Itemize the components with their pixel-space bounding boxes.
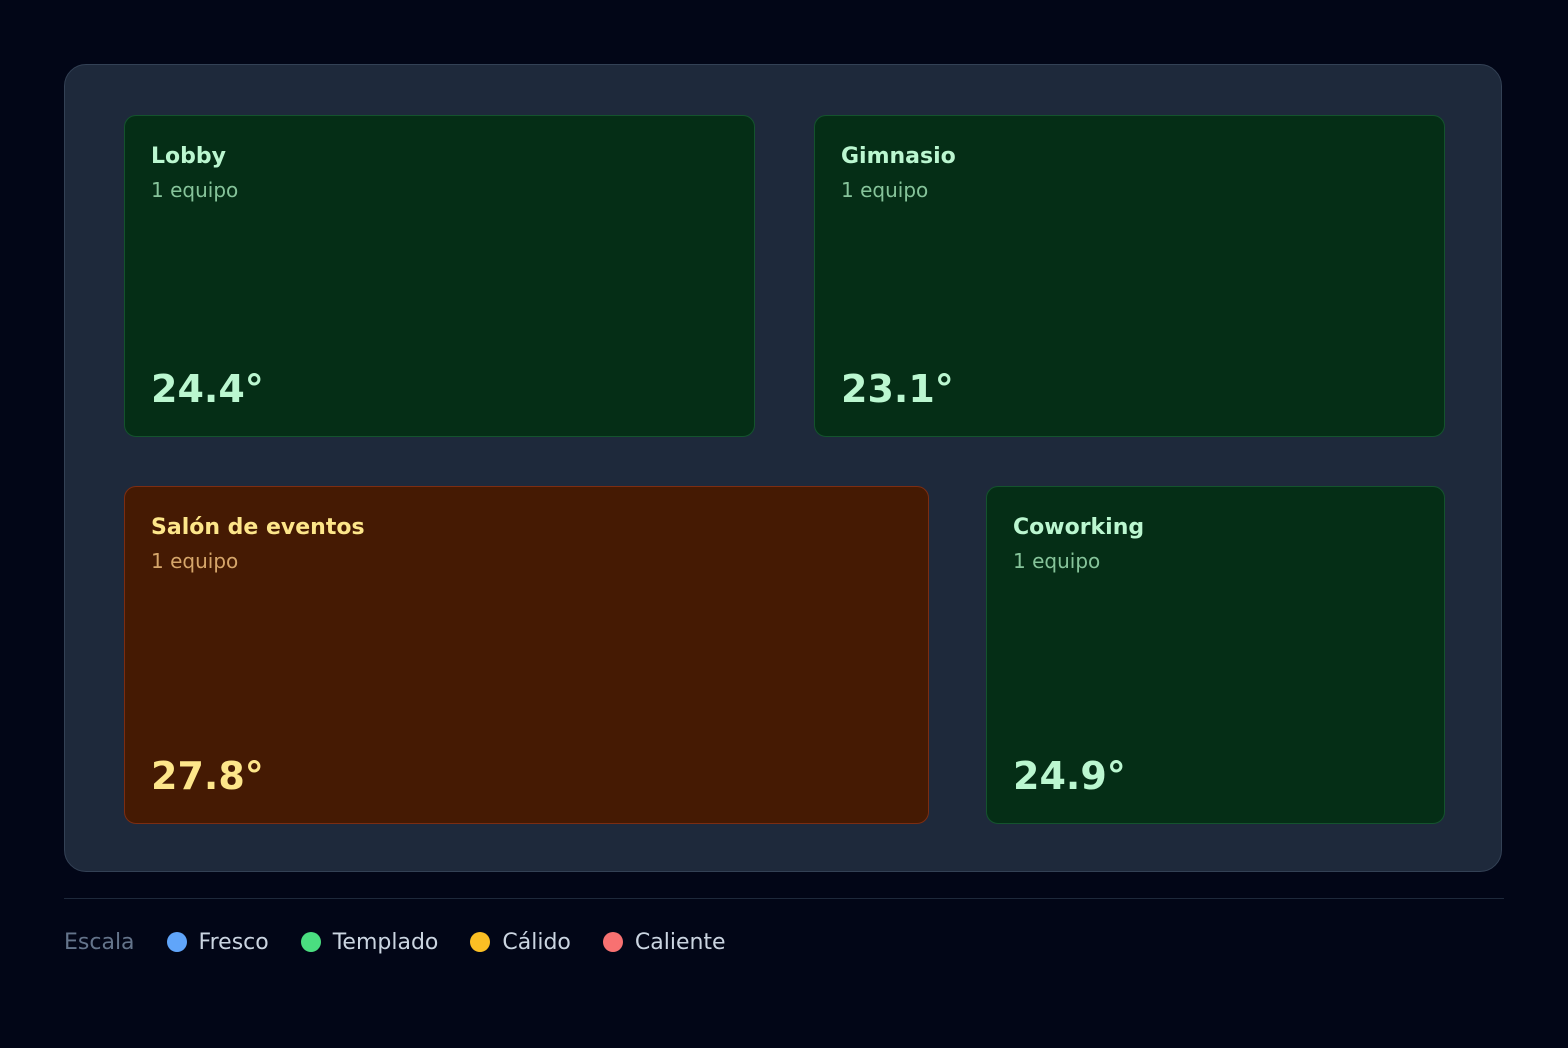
- legend-label: Cálido: [502, 929, 571, 955]
- legend-item-calido: Cálido: [470, 930, 571, 955]
- zone-tile-lobby[interactable]: Lobby 1 equipo 24.4°: [124, 115, 755, 437]
- zone-device-count: 1 equipo: [151, 178, 239, 202]
- zone-temperature: 24.9°: [1013, 754, 1126, 798]
- zone-temperature: 23.1°: [841, 367, 954, 411]
- legend-label: Templado: [332, 929, 439, 955]
- zone-name: Coworking: [1013, 515, 1145, 540]
- legend-dot-icon: [470, 932, 491, 952]
- zone-name: Salón de eventos: [151, 515, 365, 540]
- zone-map-panel: Lobby 1 equipo 24.4° Gimnasio 1 equipo 2…: [64, 64, 1502, 872]
- legend-item-templado: Templado: [300, 929, 439, 955]
- legend-item-caliente: Caliente: [602, 929, 726, 955]
- zone-device-count: 1 equipo: [151, 549, 239, 573]
- zone-tile-coworking[interactable]: Coworking 1 equipo 24.9°: [986, 486, 1445, 824]
- temperature-legend: Escala Fresco Templado Cálido Caliente: [64, 926, 758, 958]
- legend-title: Escala: [64, 929, 135, 955]
- legend-label: Fresco: [198, 929, 269, 955]
- zone-name: Lobby: [151, 144, 226, 169]
- zone-tile-gimnasio[interactable]: Gimnasio 1 equipo 23.1°: [814, 115, 1445, 437]
- zone-temperature: 27.8°: [151, 754, 264, 798]
- zone-device-count: 1 equipo: [841, 178, 929, 202]
- zone-tile-salon-de-eventos[interactable]: Salón de eventos 1 equipo 27.8°: [124, 486, 929, 824]
- zone-device-count: 1 equipo: [1013, 549, 1101, 573]
- divider: [64, 898, 1504, 899]
- legend-item-fresco: Fresco: [166, 929, 269, 955]
- legend-dot-icon: [300, 932, 321, 952]
- legend-label: Caliente: [634, 929, 726, 955]
- legend-dot-icon: [166, 932, 187, 952]
- zone-temperature: 24.4°: [151, 367, 264, 411]
- legend-dot-icon: [602, 932, 623, 952]
- zone-name: Gimnasio: [841, 144, 956, 169]
